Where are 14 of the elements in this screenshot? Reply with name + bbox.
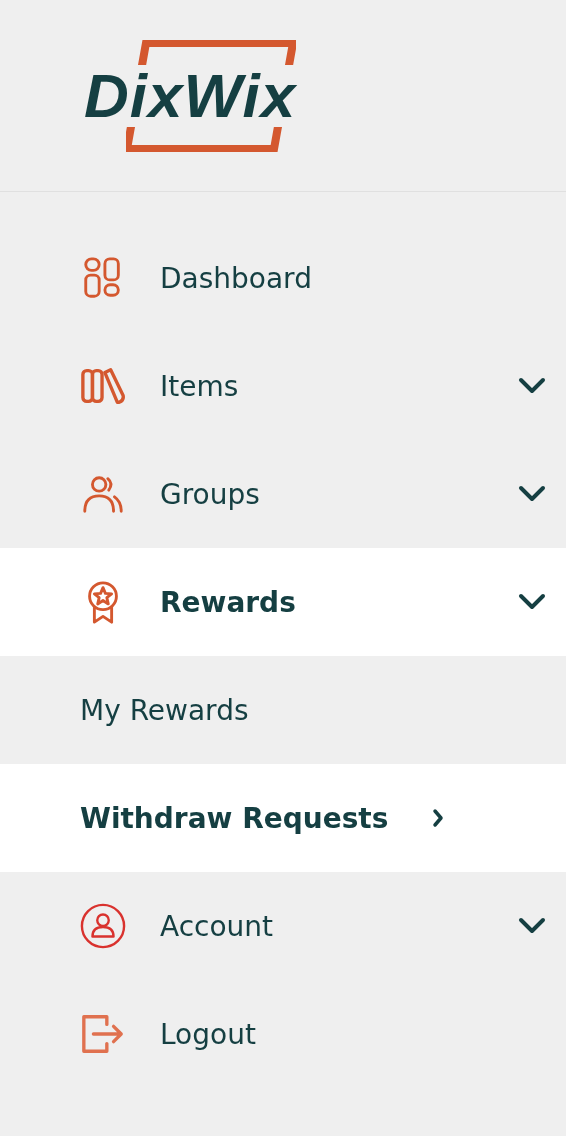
submenu-item[interactable]: Withdraw Requests [0,764,566,872]
submenu-item[interactable]: My Rewards [0,656,566,764]
nav-item[interactable]: Rewards [0,548,566,656]
chevron-down-icon [518,593,546,611]
chevron-down-icon [518,377,546,395]
chevron-down-icon [518,917,546,935]
nav-item[interactable]: Account [0,872,566,980]
chevron-right-icon [432,808,445,828]
nav-item[interactable]: Items [0,332,566,440]
chevron-down-icon [518,485,546,503]
nav-item[interactable]: Groups [0,440,566,548]
nav-item[interactable]: Logout [0,980,566,1088]
account-icon [80,903,126,949]
nav-item[interactable]: Dashboard [0,224,566,332]
